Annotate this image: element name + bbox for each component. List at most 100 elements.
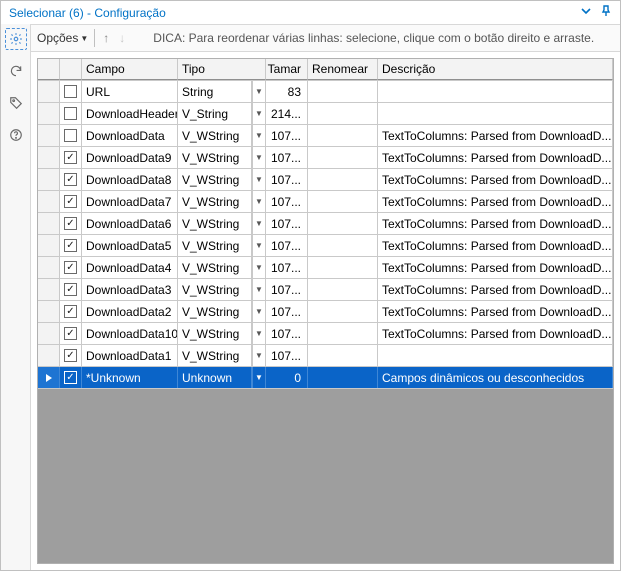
- cell-descricao[interactable]: TextToColumns: Parsed from DownloadD...: [378, 235, 613, 256]
- tipo-dropdown[interactable]: ▼: [252, 147, 266, 168]
- tipo-dropdown[interactable]: ▼: [252, 235, 266, 256]
- fields-grid[interactable]: CampoTipoTamarRenomearDescriçãoURLString…: [37, 58, 614, 564]
- table-row[interactable]: URLString▼83: [38, 81, 613, 103]
- config-icon[interactable]: [5, 28, 27, 50]
- cell-tipo[interactable]: String: [178, 81, 252, 102]
- tipo-dropdown[interactable]: ▼: [252, 213, 266, 234]
- cell-tipo[interactable]: V_WString: [178, 125, 252, 146]
- table-row[interactable]: ✓DownloadData10V_WString▼107...TextToCol…: [38, 323, 613, 345]
- options-dropdown[interactable]: Opções ▼: [37, 31, 88, 45]
- cell-tamar[interactable]: 107...: [266, 235, 308, 256]
- tipo-dropdown[interactable]: ▼: [252, 257, 266, 278]
- cell-campo[interactable]: URL: [82, 81, 178, 102]
- cell-descricao[interactable]: TextToColumns: Parsed from DownloadD...: [378, 125, 613, 146]
- cell-renomear[interactable]: [308, 169, 378, 190]
- cell-descricao[interactable]: TextToColumns: Parsed from DownloadD...: [378, 257, 613, 278]
- row-checkbox[interactable]: ✓: [60, 279, 82, 300]
- row-checkbox[interactable]: ✓: [60, 367, 82, 388]
- hdr-renomear[interactable]: Renomear: [308, 59, 378, 80]
- row-checkbox[interactable]: ✓: [60, 235, 82, 256]
- cell-tamar[interactable]: 107...: [266, 301, 308, 322]
- refresh-icon[interactable]: [5, 60, 27, 82]
- cell-campo[interactable]: DownloadData9: [82, 147, 178, 168]
- row-checkbox[interactable]: ✓: [60, 191, 82, 212]
- cell-tamar[interactable]: 107...: [266, 323, 308, 344]
- cell-descricao[interactable]: [378, 81, 613, 102]
- cell-descricao[interactable]: TextToColumns: Parsed from DownloadD...: [378, 191, 613, 212]
- cell-campo[interactable]: DownloadData8: [82, 169, 178, 190]
- cell-renomear[interactable]: [308, 345, 378, 366]
- row-checkbox[interactable]: ✓: [60, 301, 82, 322]
- tipo-dropdown[interactable]: ▼: [252, 125, 266, 146]
- cell-campo[interactable]: DownloadData3: [82, 279, 178, 300]
- tipo-dropdown[interactable]: ▼: [252, 279, 266, 300]
- row-checkbox[interactable]: ✓: [60, 213, 82, 234]
- tipo-dropdown[interactable]: ▼: [252, 103, 266, 124]
- cell-renomear[interactable]: [308, 103, 378, 124]
- cell-tipo[interactable]: V_WString: [178, 301, 252, 322]
- cell-renomear[interactable]: [308, 279, 378, 300]
- row-checkbox[interactable]: ✓: [60, 147, 82, 168]
- cell-tipo[interactable]: V_WString: [178, 279, 252, 300]
- row-checkbox[interactable]: ✓: [60, 257, 82, 278]
- table-row[interactable]: ✓DownloadData3V_WString▼107... TextToColu…: [38, 279, 613, 301]
- table-row[interactable]: DownloadDataV_WString▼107...TextToColumn…: [38, 125, 613, 147]
- table-row[interactable]: DownloadHeadersV_String▼214...: [38, 103, 613, 125]
- cell-tamar[interactable]: 107...: [266, 345, 308, 366]
- tipo-dropdown[interactable]: ▼: [252, 169, 266, 190]
- table-row[interactable]: ✓DownloadData9V_WString▼107...TextToColu…: [38, 147, 613, 169]
- cell-tamar[interactable]: 214...: [266, 103, 308, 124]
- row-checkbox[interactable]: ✓: [60, 169, 82, 190]
- cell-tamar[interactable]: 107...: [266, 169, 308, 190]
- tipo-dropdown[interactable]: ▼: [252, 323, 266, 344]
- cell-tamar[interactable]: 107...: [266, 257, 308, 278]
- table-row[interactable]: ✓DownloadData8V_WString▼107...TextToColu…: [38, 169, 613, 191]
- cell-tipo[interactable]: Unknown: [178, 367, 252, 388]
- cell-tipo[interactable]: V_WString: [178, 191, 252, 212]
- row-checkbox[interactable]: [60, 125, 82, 146]
- cell-renomear[interactable]: [308, 301, 378, 322]
- tipo-dropdown[interactable]: ▼: [252, 81, 266, 102]
- hdr-tamar[interactable]: Tamar: [266, 59, 308, 80]
- cell-campo[interactable]: *Unknown: [82, 367, 178, 388]
- cell-tipo[interactable]: V_WString: [178, 213, 252, 234]
- cell-campo[interactable]: DownloadHeaders: [82, 103, 178, 124]
- table-row[interactable]: ✓DownloadData7V_WString▼107...TextToColu…: [38, 191, 613, 213]
- cell-renomear[interactable]: [308, 367, 378, 388]
- cell-tamar[interactable]: 107...: [266, 279, 308, 300]
- cell-campo[interactable]: DownloadData4: [82, 257, 178, 278]
- cell-renomear[interactable]: [308, 257, 378, 278]
- cell-tipo[interactable]: V_WString: [178, 323, 252, 344]
- cell-renomear[interactable]: [308, 191, 378, 212]
- hdr-descricao[interactable]: Descrição: [378, 59, 613, 80]
- cell-descricao[interactable]: TextToColumns: Parsed from DownloadD...: [378, 213, 613, 234]
- cell-renomear[interactable]: [308, 235, 378, 256]
- help-icon[interactable]: [5, 124, 27, 146]
- tag-icon[interactable]: [5, 92, 27, 114]
- tipo-dropdown[interactable]: ▼: [252, 345, 266, 366]
- cell-renomear[interactable]: [308, 147, 378, 168]
- cell-tipo[interactable]: V_String: [178, 103, 252, 124]
- pin-icon[interactable]: [600, 5, 612, 20]
- cell-descricao[interactable]: TextToColumns: Parsed from DownloadD...: [378, 301, 613, 322]
- cell-descricao[interactable]: TextToColumns: Parsed from DownloadD...: [378, 147, 613, 168]
- cell-renomear[interactable]: [308, 125, 378, 146]
- table-row[interactable]: ✓DownloadData4V_WString▼107... TextToColu…: [38, 257, 613, 279]
- hdr-campo[interactable]: Campo: [82, 59, 178, 80]
- cell-campo[interactable]: DownloadData2: [82, 301, 178, 322]
- cell-descricao[interactable]: TextToColumns: Parsed from DownloadD...: [378, 323, 613, 344]
- cell-tamar[interactable]: 0: [266, 367, 308, 388]
- cell-tipo[interactable]: V_WString: [178, 169, 252, 190]
- table-row[interactable]: ✓DownloadData5V_WString▼107...TextToColu…: [38, 235, 613, 257]
- cell-descricao[interactable]: [378, 103, 613, 124]
- hdr-tipo[interactable]: Tipo: [178, 59, 266, 80]
- cell-tamar[interactable]: 107...: [266, 147, 308, 168]
- move-up-button[interactable]: ↑: [101, 31, 111, 45]
- table-row[interactable]: ✓DownloadData6V_WString▼107...TextToColu…: [38, 213, 613, 235]
- cell-descricao[interactable]: TextToColumns: Parsed from DownloadD...: [378, 279, 613, 300]
- table-row[interactable]: ✓*UnknownUnknown▼0Campos dinâmicos ou de…: [38, 367, 613, 389]
- cell-tipo[interactable]: V_WString: [178, 257, 252, 278]
- cell-tamar[interactable]: 107...: [266, 213, 308, 234]
- tipo-dropdown[interactable]: ▼: [252, 191, 266, 212]
- cell-tamar[interactable]: 107...: [266, 191, 308, 212]
